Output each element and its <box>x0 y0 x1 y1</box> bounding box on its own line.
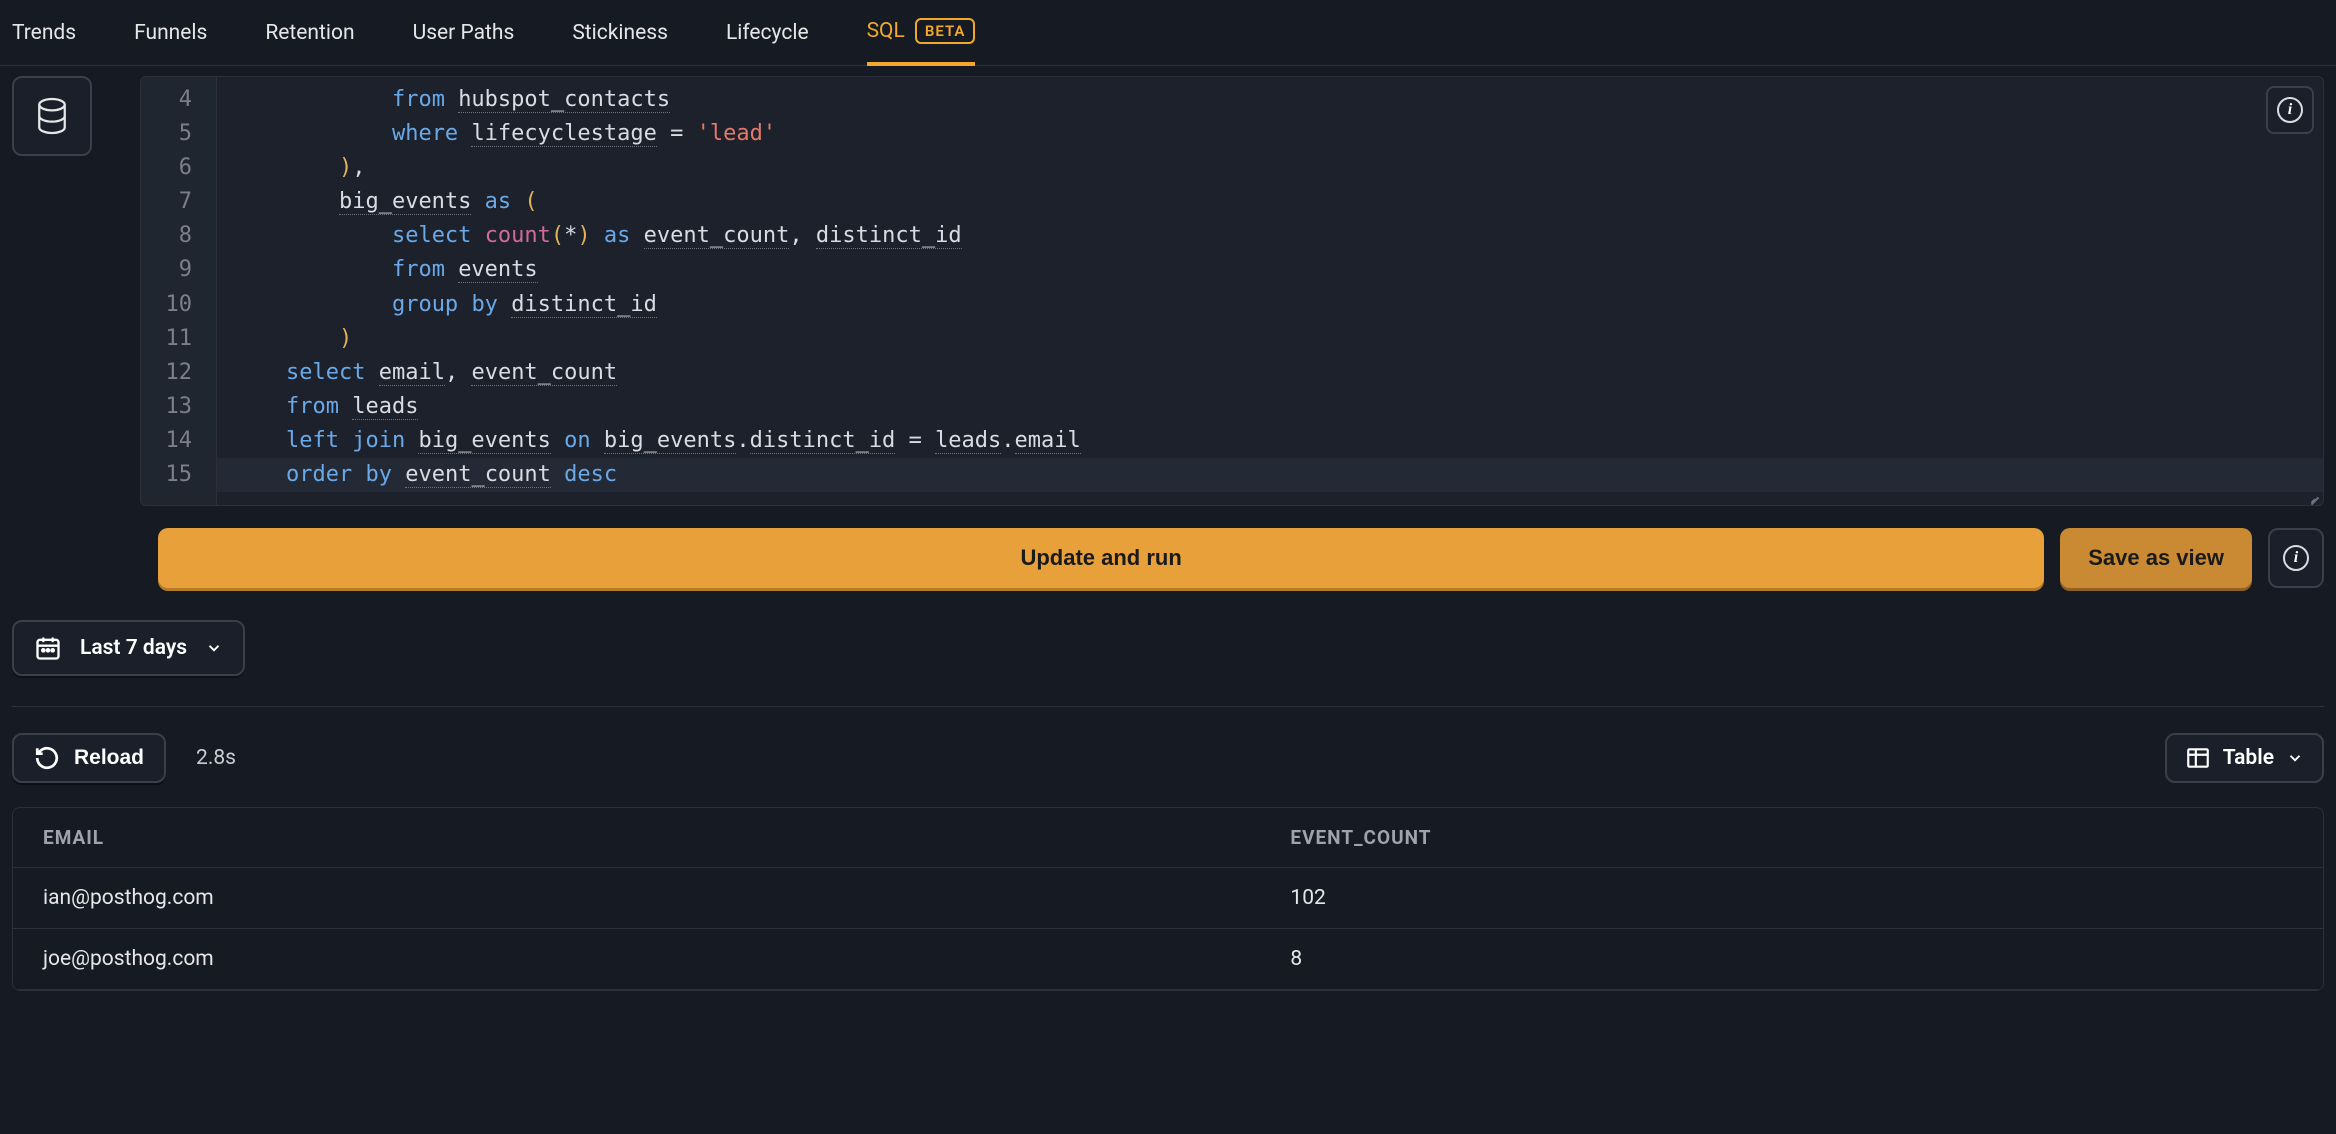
cell-event-count: 102 <box>1260 868 2323 928</box>
date-range-label: Last 7 days <box>80 636 187 660</box>
chevron-down-icon <box>2286 749 2304 767</box>
view-mode-picker[interactable]: Table <box>2165 733 2324 783</box>
info-icon: i <box>2277 97 2303 123</box>
info-icon: i <box>2283 545 2309 571</box>
reload-icon <box>34 745 60 771</box>
cell-email: joe@posthog.com <box>13 929 1260 989</box>
update-and-run-button[interactable]: Update and run <box>158 528 2044 588</box>
date-range-picker[interactable]: Last 7 days <box>12 620 245 676</box>
action-info-button[interactable]: i <box>2268 528 2324 588</box>
beta-badge: BETA <box>915 18 976 44</box>
query-timing: 2.8s <box>196 746 236 770</box>
cell-email: ian@posthog.com <box>13 868 1260 928</box>
editor-info-button[interactable]: i <box>2266 86 2314 134</box>
sql-editor[interactable]: 456789101112131415 from hubspot_contacts… <box>140 76 2324 506</box>
reload-button[interactable]: Reload <box>12 733 166 783</box>
tab-trends[interactable]: Trends <box>12 18 76 65</box>
table-row[interactable]: ian@posthog.com102 <box>13 868 2323 929</box>
chevron-down-icon <box>205 639 223 657</box>
table-row[interactable]: joe@posthog.com8 <box>13 929 2323 990</box>
tab-sql[interactable]: SQL BETA <box>867 18 976 66</box>
column-email[interactable]: EMAIL <box>13 808 1260 867</box>
table-header: EMAIL EVENT_COUNT <box>13 808 2323 868</box>
tab-user-paths[interactable]: User Paths <box>413 18 515 65</box>
line-gutter: 456789101112131415 <box>141 77 217 505</box>
tab-retention[interactable]: Retention <box>265 18 354 65</box>
resize-handle-icon[interactable] <box>2307 489 2321 503</box>
results-table: EMAIL EVENT_COUNT ian@posthog.com102joe@… <box>12 807 2324 991</box>
insight-tabs: Trends Funnels Retention User Paths Stic… <box>0 0 2336 66</box>
calendar-icon <box>34 634 62 662</box>
tab-lifecycle[interactable]: Lifecycle <box>726 18 809 65</box>
cell-event-count: 8 <box>1260 929 2323 989</box>
save-as-view-button[interactable]: Save as view <box>2060 528 2252 588</box>
column-event-count[interactable]: EVENT_COUNT <box>1260 808 2323 867</box>
database-schema-button[interactable] <box>12 76 92 156</box>
code-area[interactable]: from hubspot_contacts where lifecyclesta… <box>217 77 2323 505</box>
tab-stickiness[interactable]: Stickiness <box>572 18 668 65</box>
tab-funnels[interactable]: Funnels <box>134 18 207 65</box>
table-icon <box>2185 745 2211 771</box>
database-icon <box>35 97 69 135</box>
